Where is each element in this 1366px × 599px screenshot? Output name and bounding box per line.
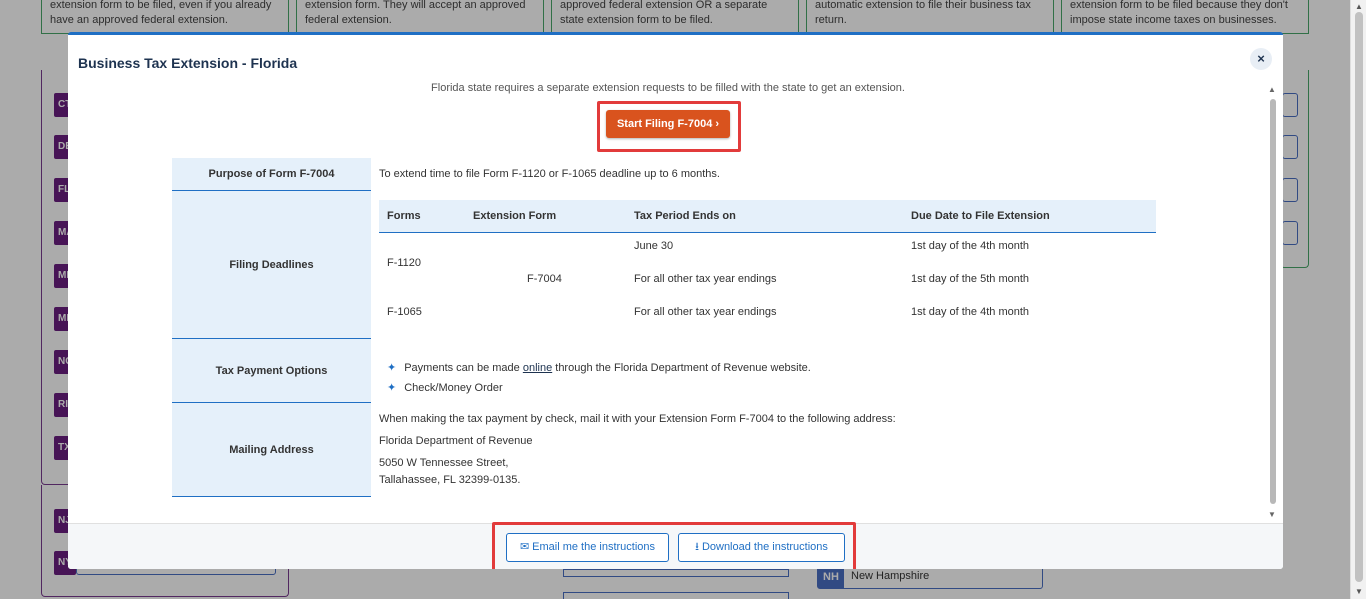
start-filing-button[interactable]: Start Filing F-7004 › (606, 110, 730, 138)
extension-form-cell: F-7004 (527, 273, 562, 285)
payment-option: ✦ Check/Money Order (387, 381, 503, 394)
period-cell: For all other tax year endings (634, 273, 777, 285)
table-row: Mailing Address When making the tax paym… (172, 403, 1268, 497)
due-cell: 1st day of the 5th month (911, 273, 1030, 285)
mailing-intro: When making the tax payment by check, ma… (379, 413, 896, 425)
email-instructions-button[interactable]: ✉ Email me the instructions (506, 533, 669, 562)
purpose-value: To extend time to file Form F-1120 or F-… (379, 168, 720, 180)
deadlines-header: Forms Extension Form Tax Period Ends on … (379, 200, 1156, 233)
mailing-street: 5050 W Tennessee Street, (379, 457, 509, 469)
payment-text: Check/Money Order (404, 382, 503, 394)
modal-body: Florida state requires a separate extens… (68, 75, 1268, 523)
col-header: Forms (387, 210, 421, 222)
mailing-city: Tallahassee, FL 32399-0135. (379, 474, 521, 486)
button-label: Email me the instructions (532, 541, 656, 553)
row-label: Mailing Address (172, 403, 371, 497)
col-header: Due Date to File Extension (911, 210, 1050, 222)
star-bullet-icon: ✦ (387, 382, 397, 394)
payment-option: ✦ Payments can be made online through the… (387, 361, 811, 374)
mailing-org: Florida Department of Revenue (379, 435, 533, 447)
table-row: Tax Payment Options ✦ Payments can be mad… (172, 339, 1268, 403)
download-instructions-button[interactable]: ⭳ Download the instructions (678, 533, 845, 562)
period-cell: June 30 (634, 240, 674, 252)
table-row: Filing Deadlines Forms Extension Form Ta… (172, 191, 1268, 339)
modal-footer: ✉ Email me the instructions ⭳ Download the… (68, 522, 1283, 569)
col-header: Tax Period Ends on (634, 210, 736, 222)
modal-scrollbar[interactable]: ▲ ▼ (1267, 85, 1279, 520)
modal-title: Business Tax Extension - Florida (78, 55, 298, 71)
star-bullet-icon: ✦ (387, 362, 397, 374)
form-cell: F-1065 (387, 306, 422, 318)
envelope-icon: ✉ (519, 541, 530, 553)
due-cell: 1st day of the 4th month (911, 240, 1030, 252)
tax-extension-modal: Business Tax Extension - Florida × Flori… (68, 32, 1283, 569)
close-icon[interactable]: × (1250, 48, 1272, 70)
scroll-up-icon[interactable]: ▲ (1355, 2, 1363, 11)
payment-text: Payments can be made (404, 362, 523, 374)
page-scrollbar[interactable]: ▲ ▼ (1350, 0, 1366, 599)
scroll-down-icon[interactable]: ▼ (1268, 510, 1276, 519)
row-label: Filing Deadlines (172, 191, 371, 339)
col-header: Extension Form (473, 210, 557, 222)
period-cell: For all other tax year endings (634, 306, 777, 318)
payment-text: through the Florida Department of Revenu… (552, 362, 811, 374)
online-payment-link[interactable]: online (523, 362, 552, 374)
row-label: Purpose of Form F-7004 (172, 158, 371, 191)
table-row: Purpose of Form F-7004 To extend time to… (172, 158, 1268, 191)
row-label: Tax Payment Options (172, 339, 371, 403)
due-cell: 1st day of the 4th month (911, 306, 1030, 318)
scroll-up-icon[interactable]: ▲ (1268, 85, 1276, 94)
form-cell: F-1120 (387, 257, 422, 269)
intro-text: Florida state requires a separate extens… (431, 82, 905, 94)
scrollbar-thumb[interactable] (1270, 99, 1276, 504)
download-icon: ⭳ (695, 541, 699, 553)
scrollbar-thumb[interactable] (1355, 12, 1363, 582)
button-label: Download the instructions (701, 541, 828, 553)
scroll-down-icon[interactable]: ▼ (1355, 587, 1363, 596)
